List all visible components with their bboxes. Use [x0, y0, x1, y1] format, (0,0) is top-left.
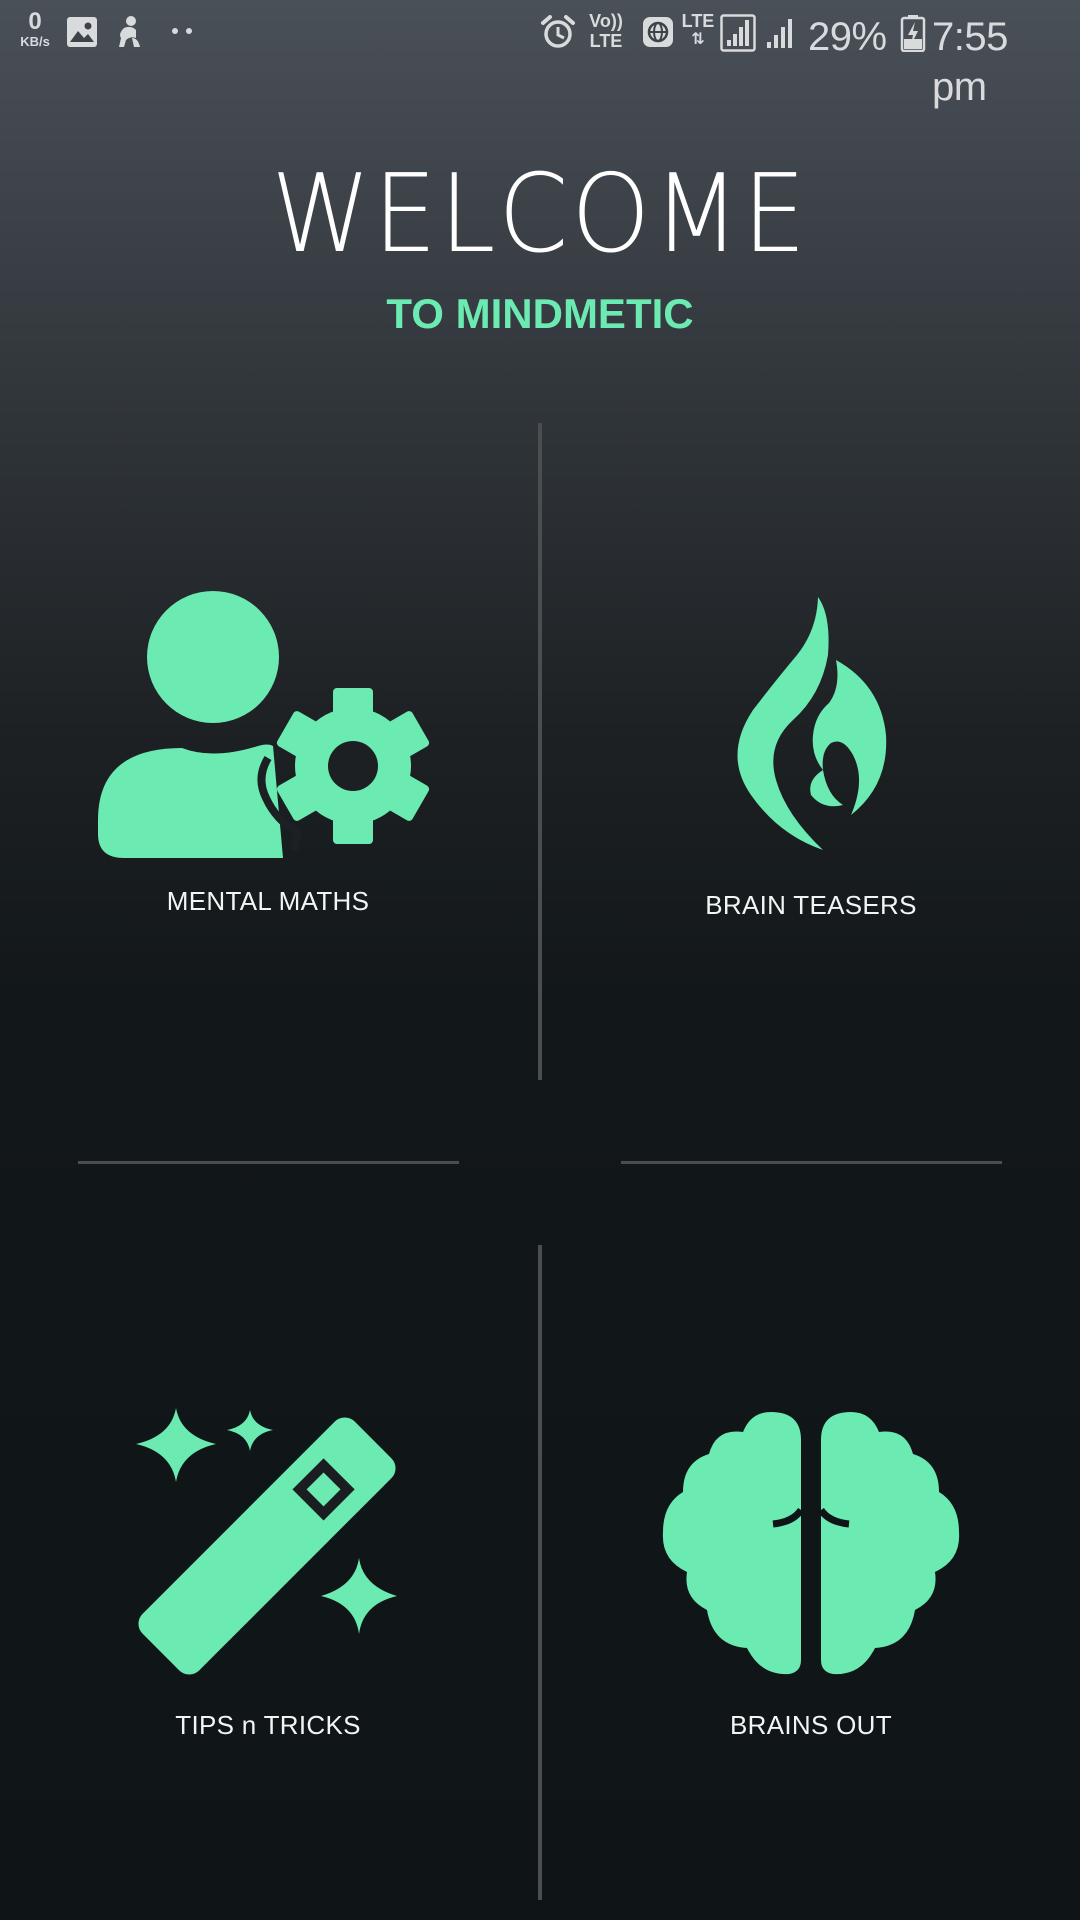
lte-data-icon: LTE ⇅ [681, 11, 715, 48]
network-speed-unit: KB/s [20, 34, 50, 49]
app-notification-icon [119, 16, 140, 47]
lte-label: LTE [681, 11, 715, 31]
menu-tile-tips-n-tricks[interactable]: TIPS n TRICKS [28, 1340, 508, 1860]
welcome-title: WELCOME [271, 152, 809, 277]
menu-label-brains-out: BRAINS OUT [730, 1710, 892, 1740]
status-time: 7:55 pm [932, 15, 1008, 109]
battery-percent: 29% [808, 15, 887, 59]
volte-icon: Vo)) LTE [586, 12, 626, 50]
user-gear-icon [28, 588, 508, 873]
vertical-divider-top [538, 423, 542, 1080]
welcome-subtitle: TO MINDMETIC [386, 290, 694, 337]
magic-wand-icon [28, 1408, 508, 1681]
menu-tile-brains-out[interactable]: BRAINS OUT [571, 1340, 1051, 1860]
menu-label-brain-teasers: BRAIN TEASERS [705, 890, 917, 920]
signal-icon [767, 19, 792, 48]
menu-label-tips-n-tricks: TIPS n TRICKS [175, 1710, 361, 1740]
network-speed-indicator: 0 KB/s [14, 8, 56, 49]
menu-tile-mental-maths[interactable]: MENTAL MATHS [28, 520, 508, 1040]
vertical-divider-bottom [538, 1245, 542, 1900]
signal-icon [720, 14, 756, 52]
more-dots-icon [172, 28, 192, 34]
volte-top-label: Vo)) [589, 11, 623, 31]
brain-icon [571, 1410, 1051, 1681]
menu-tile-brain-teasers[interactable]: BRAIN TEASERS [571, 520, 1051, 1040]
status-bar-right: Vo)) LTE LTE ⇅ 29% 7:55 pm [540, 8, 1060, 109]
image-icon [67, 17, 97, 47]
horizontal-divider-right [621, 1161, 1002, 1164]
horizontal-divider-left [78, 1161, 459, 1164]
volte-bottom-label: LTE [589, 31, 623, 51]
status-bar: 0 KB/s Vo)) LTE LTE ⇅ 29% 7:55 pm [0, 0, 1080, 110]
network-speed-value: 0 [28, 8, 42, 35]
globe-icon [643, 17, 673, 47]
flame-icon [571, 595, 1051, 862]
menu-label-mental-maths: MENTAL MATHS [166, 886, 370, 916]
battery-charging-icon [900, 15, 926, 52]
alarm-icon [541, 15, 575, 48]
